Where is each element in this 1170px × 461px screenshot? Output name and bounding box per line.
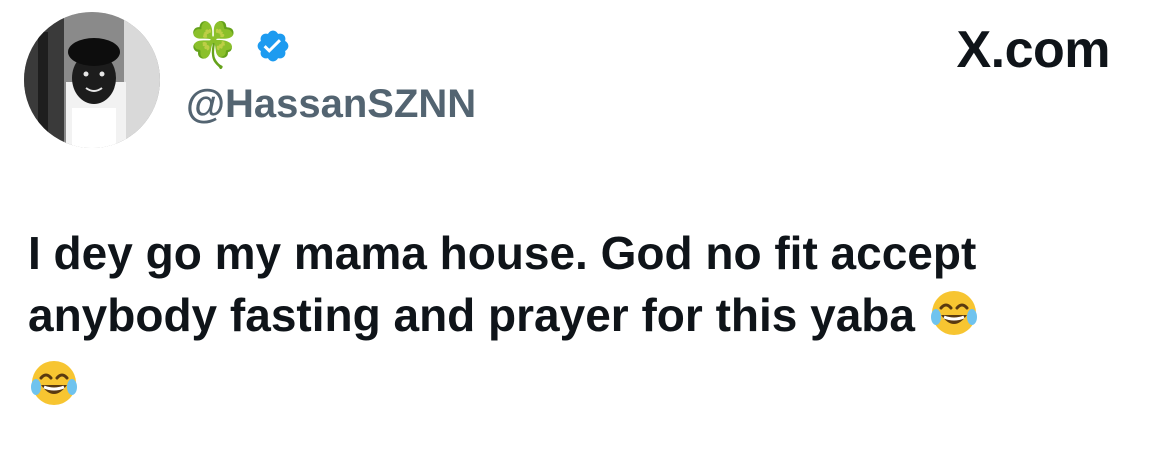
tweet-card: 🍀 @HassanSZNN X.com I dey go my mama hou…	[0, 0, 1170, 461]
face-with-tears-of-joy-icon	[928, 287, 980, 354]
avatar-photo	[24, 12, 160, 148]
tweet-text: I dey go my mama house. God no fit accep…	[28, 222, 1138, 424]
avatar[interactable]	[24, 12, 160, 148]
display-name[interactable]: 🍀	[186, 20, 241, 72]
tweet-line-2: anybody fasting and prayer for this yaba	[28, 289, 928, 341]
verified-badge-icon	[255, 28, 291, 64]
brand-label: X.com	[956, 21, 1110, 79]
author-name-row: 🍀	[186, 20, 291, 72]
tweet-line-1: I dey go my mama house. God no fit accep…	[28, 227, 977, 279]
author-handle[interactable]: @HassanSZNN	[186, 80, 476, 128]
face-with-tears-of-joy-icon	[28, 357, 80, 424]
